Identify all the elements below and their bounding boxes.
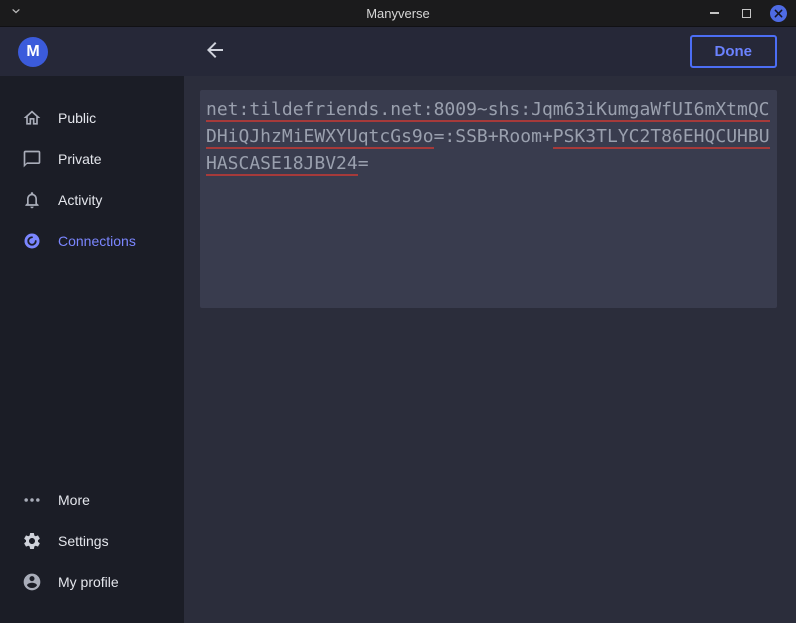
logo-letter: M: [26, 43, 39, 61]
invite-text-segment: =:SSB+Room+: [434, 126, 553, 147]
arrow-left-icon: [203, 38, 227, 65]
editor-line: net:tildefriends.net:8009~shs:Jqm63iKumg…: [206, 96, 771, 123]
invite-text-segment: DHiQJhzMiEWXYUqtcGs9o: [206, 126, 434, 149]
sidebar-spacer: [0, 261, 184, 479]
sidebar-item-label: Public: [58, 110, 96, 126]
minimize-icon: [710, 12, 719, 14]
editor-line: DHiQJhzMiEWXYUqtcGs9o=:SSB+Room+PSK3TLYC…: [206, 123, 771, 150]
done-button[interactable]: Done: [690, 35, 778, 68]
sidebar-item-label: Connections: [58, 233, 136, 249]
close-button[interactable]: [769, 4, 787, 22]
gear-icon: [21, 531, 43, 551]
sidebar-item-label: My profile: [58, 574, 119, 590]
close-icon: [770, 5, 787, 22]
connections-icon: [21, 231, 43, 251]
app-header: M Done: [0, 27, 796, 76]
sidebar-item-label: Activity: [58, 192, 102, 208]
bell-icon: [21, 190, 43, 210]
restore-button[interactable]: [737, 4, 755, 22]
sidebar-item-private[interactable]: Private: [0, 138, 184, 179]
back-button[interactable]: [203, 38, 227, 65]
invite-code-input[interactable]: net:tildefriends.net:8009~shs:Jqm63iKumg…: [200, 90, 777, 308]
sidebar: Public Private Activity Connections: [0, 76, 184, 623]
sidebar-item-public[interactable]: Public: [0, 97, 184, 138]
window-menu-button[interactable]: [10, 4, 22, 22]
sidebar-item-my-profile[interactable]: My profile: [0, 561, 184, 602]
sidebar-item-more[interactable]: More: [0, 479, 184, 520]
window-title: Manyverse: [366, 6, 430, 21]
sidebar-item-connections[interactable]: Connections: [0, 220, 184, 261]
invite-text-segment: PSK3TLYC2T86EHQCUHBU: [553, 126, 770, 149]
more-dots-icon: [21, 490, 43, 510]
home-icon: [21, 108, 43, 128]
os-titlebar: Manyverse: [0, 0, 796, 27]
manyverse-logo: M: [18, 37, 48, 67]
sidebar-item-label: More: [58, 492, 90, 508]
sidebar-item-label: Settings: [58, 533, 109, 549]
restore-icon: [742, 9, 751, 18]
sidebar-item-activity[interactable]: Activity: [0, 179, 184, 220]
sidebar-item-label: Private: [58, 151, 102, 167]
profile-icon: [21, 572, 43, 592]
invite-text-segment: net:tildefriends.net:8009~shs:Jqm63iKumg…: [206, 99, 770, 122]
invite-text-segment: HASCASE18JBV24: [206, 153, 358, 176]
chevron-down-icon: [10, 4, 22, 22]
minimize-button[interactable]: [705, 4, 723, 22]
sidebar-item-settings[interactable]: Settings: [0, 520, 184, 561]
window-controls: [705, 4, 796, 22]
chat-bubble-icon: [21, 149, 43, 169]
editor-line: HASCASE18JBV24=: [206, 150, 771, 177]
app-window: Manyverse M Done: [0, 0, 796, 623]
invite-text-segment: =: [358, 153, 369, 174]
main-content: net:tildefriends.net:8009~shs:Jqm63iKumg…: [184, 76, 796, 623]
